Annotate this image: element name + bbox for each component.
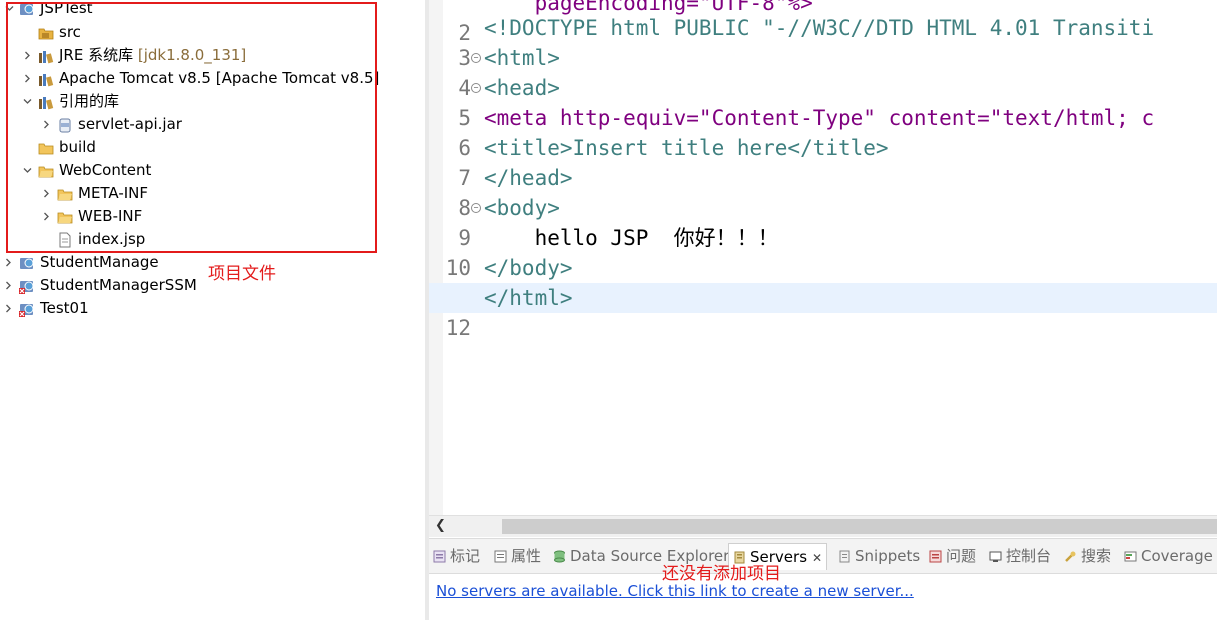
chevron-right-icon[interactable] xyxy=(2,274,14,297)
fold-toggle-icon[interactable]: − xyxy=(471,83,481,93)
web-project-error-icon xyxy=(19,281,34,294)
tab-label: Coverage xyxy=(1141,547,1213,565)
chevron-right-icon[interactable] xyxy=(2,297,14,320)
horizontal-scrollbar[interactable]: ❮ xyxy=(429,515,1217,537)
tree-item-test01[interactable]: Test01 xyxy=(0,297,380,320)
code-line[interactable]: 6 <meta http-equiv="Content-Type" conten… xyxy=(429,103,1217,160)
tab-properties[interactable]: 属性 xyxy=(494,545,541,567)
scrollbar-thumb[interactable] xyxy=(502,519,1217,534)
code-line[interactable]: 3 <!DOCTYPE html PUBLIC "-//W3C//DTD HTM… xyxy=(429,13,1217,70)
tab-label: 控制台 xyxy=(1006,547,1052,565)
tab-label: 问题 xyxy=(946,547,977,565)
tab-markers[interactable]: 标记 xyxy=(433,545,480,567)
search-icon xyxy=(1065,551,1076,562)
code-text: hello JSP 你好！！！ xyxy=(484,226,779,250)
code-line[interactable]: 9 − <body> xyxy=(429,193,1217,250)
fold-toggle-icon[interactable]: − xyxy=(471,203,481,213)
code-text: <html> xyxy=(484,46,560,70)
tab-label: 搜索 xyxy=(1081,547,1112,565)
tab-label: Snippets xyxy=(855,547,921,565)
tab-label: 属性 xyxy=(511,547,542,565)
markers-icon xyxy=(433,550,446,563)
snippets-icon xyxy=(839,550,850,563)
coverage-icon xyxy=(1124,551,1137,562)
project-explorer: JSPTest src JRE 系统库 [jdk1.8.0_131] Apach… xyxy=(0,0,425,620)
chevron-right-icon[interactable] xyxy=(2,251,14,274)
code-line[interactable]: 7 <title>Insert title here</title> xyxy=(429,133,1217,190)
line-number: 12 xyxy=(445,316,471,340)
view-tab-bar: 标记 属性 Data Source Explorer Servers ✕ Snip… xyxy=(429,539,1217,574)
no-projects-annotation: 还没有添加项目 xyxy=(662,564,781,584)
web-project-icon xyxy=(20,258,34,269)
code-text: </head> xyxy=(484,166,573,190)
tree-item-label: StudentManage xyxy=(40,253,159,271)
web-project-error-icon xyxy=(19,304,34,317)
code-line[interactable]: 8 </head> xyxy=(429,163,1217,220)
code-text: </body> xyxy=(484,256,573,280)
code-text: <meta http-equiv="Content-Type" content=… xyxy=(484,106,1155,130)
close-icon[interactable]: ✕ xyxy=(812,551,822,565)
code-text: </html> xyxy=(484,286,573,310)
code-text: <body> xyxy=(484,196,560,220)
code-text: <!DOCTYPE html PUBLIC "-//W3C//DTD HTML … xyxy=(484,16,1155,40)
code-line[interactable]: 11 </body> xyxy=(429,253,1217,310)
fold-toggle-icon[interactable]: − xyxy=(471,53,481,63)
code-line[interactable]: 5 − <head> xyxy=(429,73,1217,130)
tree-item-studentmanage[interactable]: StudentManage xyxy=(0,251,380,274)
tab-label: 标记 xyxy=(450,547,481,565)
tab-search[interactable]: 搜索 xyxy=(1064,545,1111,567)
servers-panel: 标记 属性 Data Source Explorer Servers ✕ Snip… xyxy=(429,538,1217,621)
tree-item-label: Test01 xyxy=(40,299,89,317)
code-line[interactable]: 4 − <html> xyxy=(429,43,1217,100)
scroll-left-arrow-icon[interactable]: ❮ xyxy=(435,518,446,533)
code-text: <title>Insert title here</title> xyxy=(484,136,889,160)
tab-snippets[interactable]: Snippets xyxy=(838,545,920,567)
tree-item-label: StudentManagerSSM xyxy=(40,276,197,294)
code-line[interactable]: 10 hello JSP 你好！！！ xyxy=(429,223,1217,280)
code-line-current[interactable]: 12 </html> xyxy=(429,283,1217,340)
tab-console[interactable]: 控制台 xyxy=(989,545,1051,567)
console-icon xyxy=(989,551,1002,562)
data-source-icon xyxy=(554,550,565,563)
code-text: <head> xyxy=(484,76,560,100)
project-files-highlight-box xyxy=(6,2,377,253)
tab-coverage[interactable]: Coverage xyxy=(1124,545,1213,567)
project-files-annotation: 项目文件 xyxy=(208,264,276,284)
create-server-link[interactable]: No servers are available. Click this lin… xyxy=(436,582,914,600)
problems-icon xyxy=(929,550,942,563)
tab-problems[interactable]: 问题 xyxy=(929,545,976,567)
properties-icon xyxy=(494,550,507,563)
tree-item-studentmanagerssm[interactable]: StudentManagerSSM xyxy=(0,274,380,297)
code-editor[interactable]: 2 pageEncoding="UTF-8"%> 3 <!DOCTYPE htm… xyxy=(429,0,1217,538)
